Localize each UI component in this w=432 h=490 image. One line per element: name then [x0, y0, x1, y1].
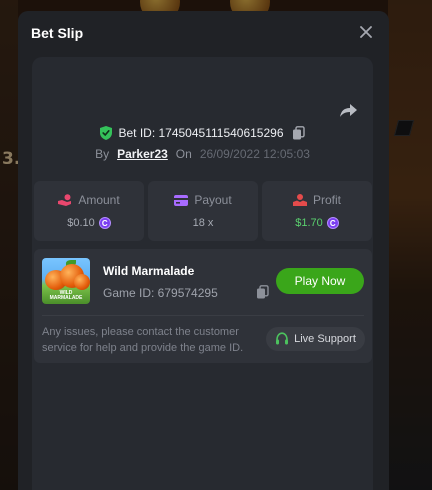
modal-header: Bet Slip [18, 11, 389, 55]
profit-label: Profit [312, 193, 341, 207]
play-now-button[interactable]: Play Now [276, 268, 364, 294]
bet-meta-row: By Parker23 On 26/09/2022 12:05:03 [32, 147, 373, 161]
thumbnail-logo-text: WILD MARMALADE [49, 290, 83, 301]
game-name: Wild Marmalade [103, 264, 195, 278]
game-card: WILD MARMALADE Wild Marmalade Game ID: 6… [34, 249, 372, 363]
currency-coin-icon: C [326, 217, 339, 229]
divider [42, 315, 364, 316]
game-id: Game ID: 679574295 [103, 286, 218, 300]
verified-shield-icon [100, 126, 113, 140]
by-label: By [95, 147, 110, 161]
on-label: On [175, 147, 192, 161]
profit-value: $1.70 [295, 217, 323, 229]
bet-details-panel: Bet ID: 1745045111540615296 By Parker23 … [32, 57, 373, 490]
username-link[interactable]: Parker23 [117, 147, 168, 161]
amount-stat: Amount $0.10 C [34, 181, 144, 241]
wallet-card-icon [174, 194, 189, 206]
money-hand-icon [58, 194, 72, 206]
share-icon[interactable] [339, 101, 359, 119]
amount-label: Amount [78, 193, 120, 207]
profit-hand-icon [292, 194, 307, 206]
bet-slip-modal: Bet Slip Bet ID: 1745045111540615296 By … [18, 11, 389, 490]
bet-id-row: Bet ID: 1745045111540615296 [32, 126, 373, 140]
close-button[interactable] [357, 23, 375, 41]
modal-title: Bet Slip [31, 25, 84, 41]
bet-date: 26/09/2022 12:05:03 [199, 147, 310, 161]
close-icon [360, 26, 372, 38]
support-message: Any issues, please contact the customer … [42, 326, 244, 354]
headset-icon [276, 332, 289, 345]
bet-stats: Amount $0.10 C Payout 18 x Profit $1.70 … [34, 181, 372, 241]
amount-value: $0.10 [67, 217, 95, 229]
copy-icon[interactable] [256, 285, 269, 299]
profit-stat: Profit $1.70 C [262, 181, 372, 241]
payout-stat: Payout 18 x [148, 181, 258, 241]
bet-id: Bet ID: 1745045111540615296 [118, 126, 284, 140]
game-thumbnail[interactable]: WILD MARMALADE [42, 258, 90, 304]
live-support-button[interactable]: Live Support [266, 327, 365, 351]
payout-label: Payout [194, 193, 232, 207]
currency-coin-icon: C [98, 217, 111, 229]
copy-icon[interactable] [292, 126, 305, 140]
live-support-label: Live Support [294, 333, 356, 345]
payout-value: 18 x [192, 217, 214, 229]
